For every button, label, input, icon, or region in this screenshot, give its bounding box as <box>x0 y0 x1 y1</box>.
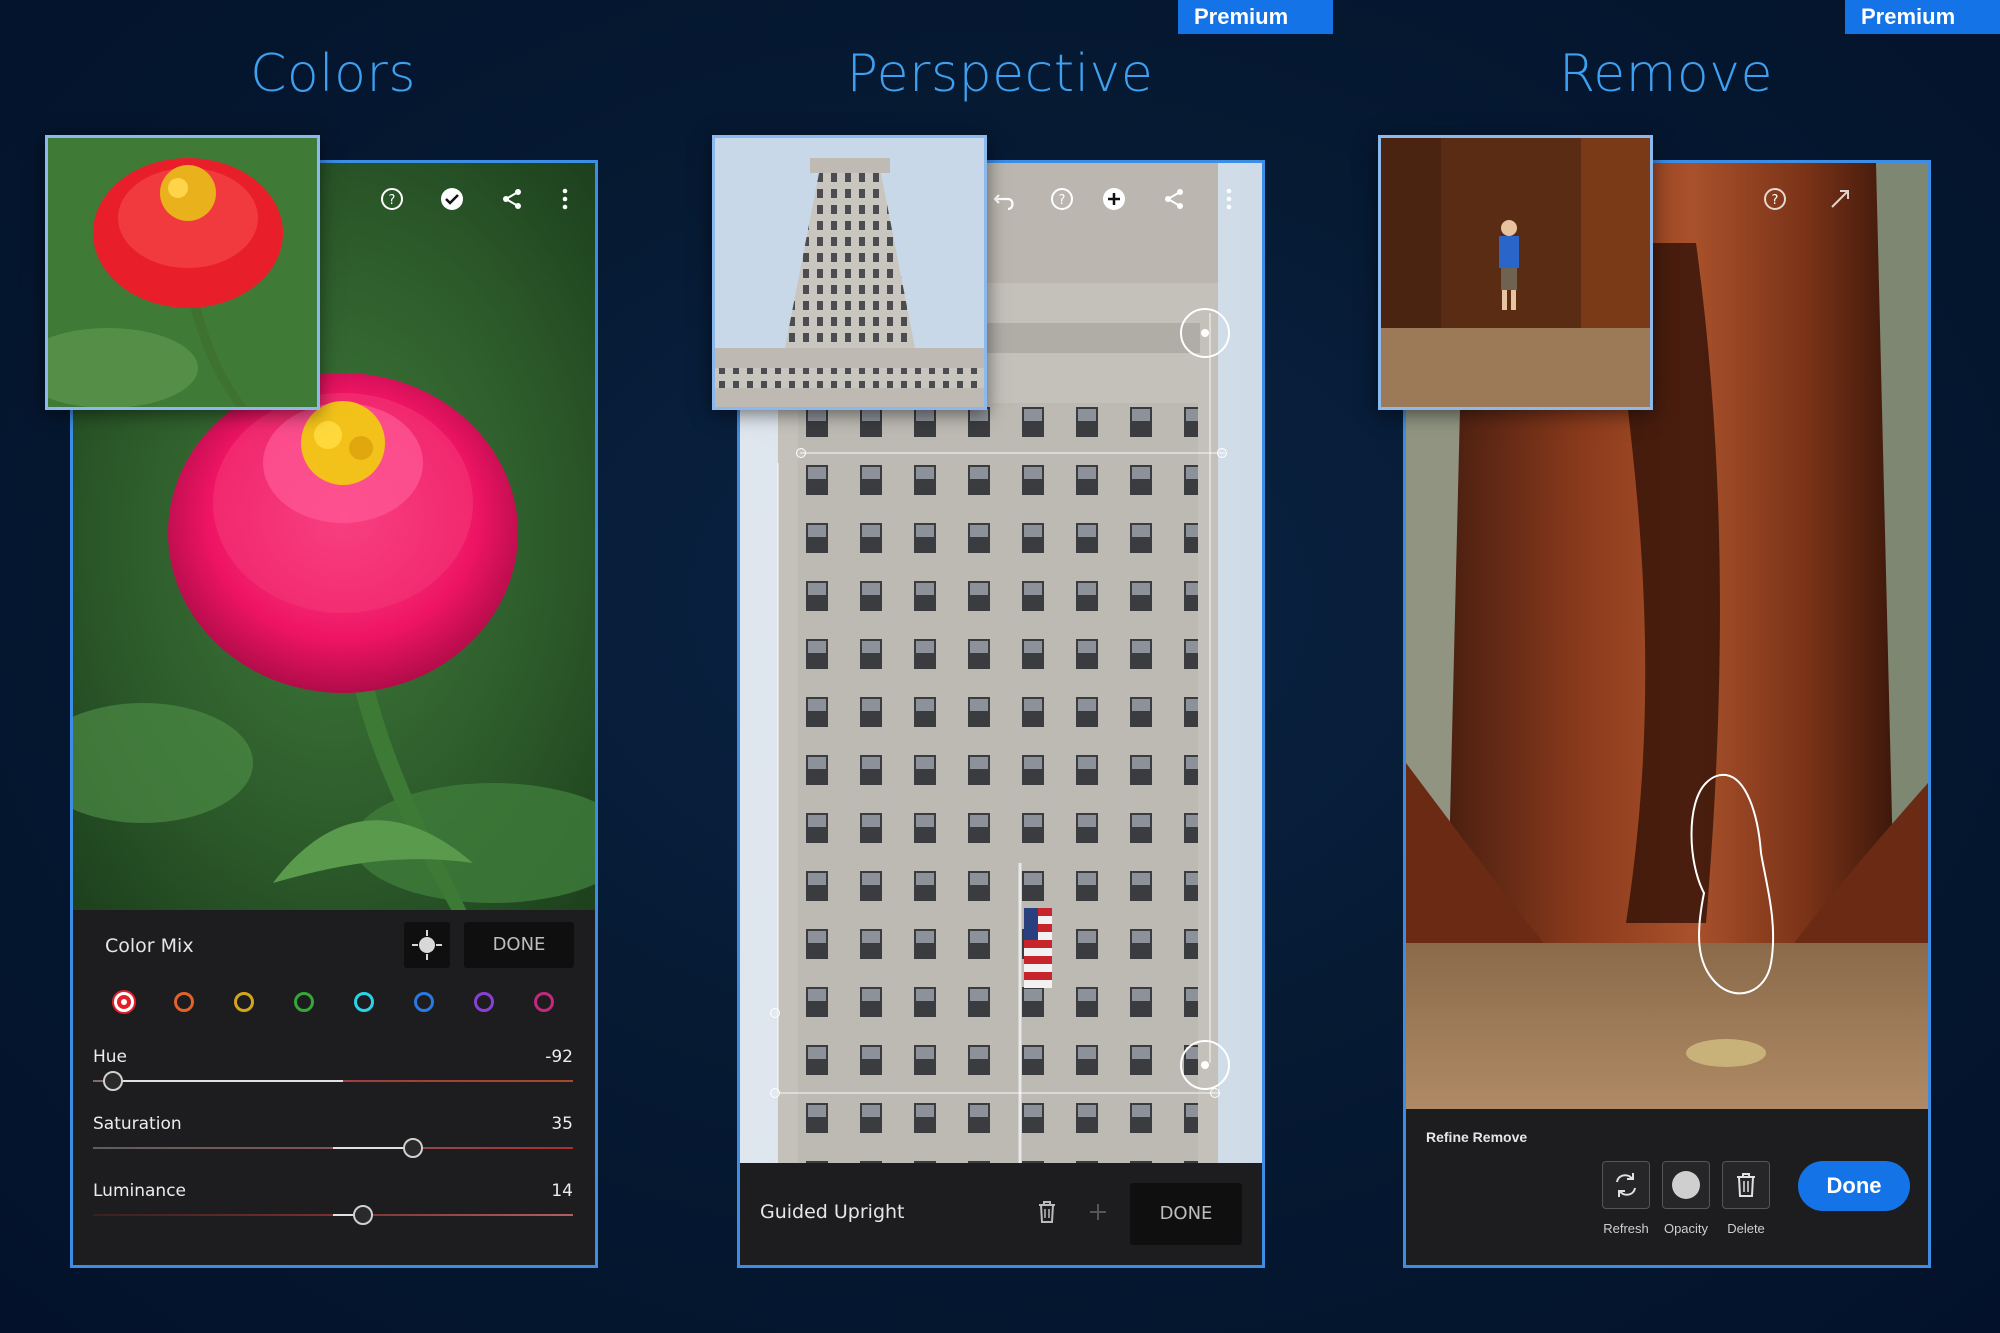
premium-badge-remove: Premium <box>1845 0 2000 34</box>
done-button[interactable]: DONE <box>464 922 574 968</box>
more-icon[interactable] <box>551 185 579 213</box>
guided-upright-panel: Guided Upright DONE <box>740 1163 1262 1265</box>
share-icon[interactable] <box>498 185 526 213</box>
loupe-bottom[interactable] <box>1180 1040 1230 1090</box>
undo-icon[interactable] <box>990 185 1018 213</box>
hue-slider-knob[interactable] <box>103 1071 123 1091</box>
remove-title: Remove <box>1558 44 1774 104</box>
opacity-icon <box>1672 1171 1700 1199</box>
delete-label: Delete <box>1727 1221 1765 1236</box>
svg-text:?: ? <box>1772 193 1779 208</box>
help-icon[interactable]: ? <box>1761 185 1789 213</box>
svg-text:?: ? <box>1059 193 1066 208</box>
swatch-yellow[interactable] <box>234 992 254 1012</box>
flag-graphic <box>1024 908 1052 988</box>
delete-button[interactable] <box>1722 1161 1770 1209</box>
swatch-aqua[interactable] <box>354 992 374 1012</box>
plus-icon[interactable] <box>1083 1197 1113 1227</box>
help-icon[interactable]: ? <box>378 185 406 213</box>
done-button[interactable]: Done <box>1798 1161 1910 1211</box>
refresh-button[interactable] <box>1602 1161 1650 1209</box>
color-mix-title: Color Mix <box>105 935 194 957</box>
premium-badge-perspective: Premium <box>1178 0 1333 34</box>
color-mix-panel: Color Mix DONE Hue -92 Saturation 35 Lum… <box>73 910 595 1265</box>
remove-before-thumbnail <box>1378 135 1653 410</box>
loupe-top[interactable] <box>1180 308 1230 358</box>
swatch-magenta[interactable] <box>534 992 554 1012</box>
perspective-before-thumbnail <box>712 135 987 410</box>
add-icon[interactable] <box>1100 185 1128 213</box>
saturation-slider-knob[interactable] <box>403 1138 423 1158</box>
more-icon[interactable] <box>1215 185 1243 213</box>
share-icon[interactable] <box>1160 185 1188 213</box>
luminance-value: 14 <box>551 1181 573 1201</box>
swatch-red[interactable] <box>114 992 134 1012</box>
saturation-value: 35 <box>551 1114 573 1134</box>
swatch-purple[interactable] <box>474 992 494 1012</box>
hue-slider-fill <box>113 1080 343 1082</box>
refine-remove-panel: Refine Remove Refresh Opacity Delete Don… <box>1406 1109 1928 1265</box>
target-icon <box>412 930 442 960</box>
checkmark-icon[interactable] <box>438 185 466 213</box>
colors-before-thumbnail <box>45 135 320 410</box>
redwood-thumbnail-photo <box>1381 138 1650 407</box>
refine-remove-title: Refine Remove <box>1426 1129 1528 1145</box>
refresh-icon <box>1616 1173 1636 1197</box>
perspective-title: Perspective <box>846 44 1154 104</box>
swatch-green[interactable] <box>294 992 314 1012</box>
trash-icon[interactable] <box>1032 1197 1062 1227</box>
svg-text:?: ? <box>389 193 396 208</box>
hue-value: -92 <box>545 1047 573 1067</box>
guided-upright-title: Guided Upright <box>760 1201 905 1223</box>
swatch-blue[interactable] <box>414 992 434 1012</box>
luminance-slider-knob[interactable] <box>353 1205 373 1225</box>
guide-handle-bottom-left[interactable] <box>770 1088 780 1098</box>
guide-handle-top-right[interactable] <box>1217 448 1227 458</box>
luminance-label: Luminance <box>93 1181 187 1201</box>
saturation-slider-fill <box>333 1147 413 1149</box>
trash-icon <box>1737 1173 1755 1197</box>
help-icon[interactable]: ? <box>1048 185 1076 213</box>
guide-handle-top-left[interactable] <box>796 448 806 458</box>
red-flower-thumbnail-photo <box>48 138 317 407</box>
done-button[interactable]: DONE <box>1130 1183 1242 1245</box>
swatch-orange[interactable] <box>174 992 194 1012</box>
target-adjust-button[interactable] <box>404 922 450 968</box>
colors-title: Colors <box>250 44 416 104</box>
building-thumbnail-photo <box>715 138 984 407</box>
opacity-button[interactable] <box>1662 1161 1710 1209</box>
expand-icon[interactable] <box>1826 185 1854 213</box>
guide-handle-bottom-right[interactable] <box>1210 1088 1220 1098</box>
hue-label: Hue <box>93 1047 128 1067</box>
guide-handle-mid-left[interactable] <box>770 1008 780 1018</box>
saturation-label: Saturation <box>93 1114 182 1134</box>
